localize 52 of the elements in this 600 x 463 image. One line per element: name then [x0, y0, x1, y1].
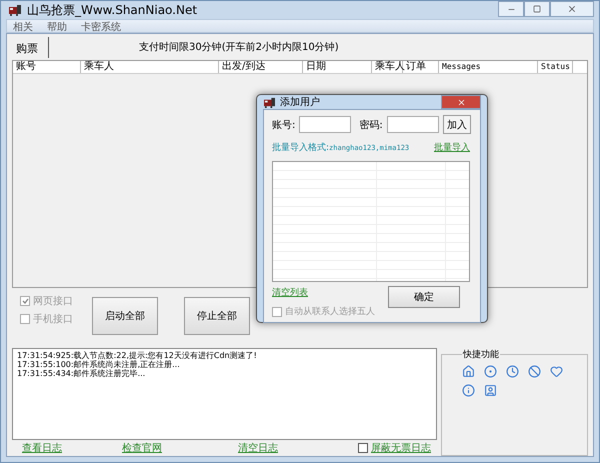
minimize-button[interactable] [498, 1, 524, 17]
menu-item[interactable]: 相关 [13, 20, 33, 32]
dialog-title: 添加用户 [280, 96, 320, 109]
column-header[interactable]: 订单 [403, 61, 439, 73]
target-icon[interactable] [484, 365, 497, 378]
clear-list-link[interactable]: 清空列表 [272, 286, 375, 299]
payment-notice: 支付时间限30分钟(开车前2小时内限10分钟) [139, 40, 339, 54]
panel-title: 快捷功能 [462, 348, 500, 361]
column-header[interactable]: 乘车人 [372, 61, 403, 73]
column-header[interactable]: 出发/到达 [219, 61, 303, 73]
password-field[interactable] [386, 116, 439, 133]
close-button[interactable] [441, 95, 481, 109]
close-button[interactable] [550, 1, 594, 17]
start-all-button[interactable]: 启动全部 [92, 297, 158, 335]
menu-item[interactable]: 卡密系统 [81, 20, 121, 32]
ok-button[interactable]: 确定 [388, 286, 460, 308]
checkbox-label: 自动从联系人选择五人 [285, 306, 375, 318]
heart-icon[interactable] [550, 365, 563, 378]
bulk-import-link[interactable]: 批量导入 [434, 141, 470, 154]
add-button[interactable]: 加入 [442, 115, 471, 134]
contact-card-icon[interactable] [484, 384, 497, 397]
checkbox-label: 网页接口 [33, 294, 73, 308]
maximize-icon [533, 5, 541, 13]
log-line: 17:31:55:100:邮件系统尚未注册,正在注册... [17, 360, 181, 369]
info-icon[interactable] [462, 384, 475, 397]
ban-icon[interactable] [528, 365, 541, 378]
window-title: 山鸟抢票_Www.ShanNiao.Net [27, 2, 198, 18]
account-field[interactable] [299, 116, 352, 133]
column-header[interactable]: 乘车人 [81, 61, 219, 73]
close-icon [456, 98, 466, 106]
log-link[interactable]: 查看日志 [22, 441, 62, 455]
column-header[interactable]: 日期 [303, 61, 372, 73]
log-link[interactable]: 屏蔽无票日志 [371, 441, 431, 455]
train-logo-icon [8, 4, 22, 16]
checkbox[interactable] [358, 443, 368, 453]
field-label: 密码: [359, 118, 383, 132]
home-icon[interactable] [462, 365, 475, 378]
menu-item[interactable]: 帮助 [47, 20, 67, 32]
column-header[interactable]: Status [538, 61, 573, 73]
log-line: 17:31:55:434:邮件系统注册完毕... [17, 369, 146, 378]
clock-icon[interactable] [506, 365, 519, 378]
maximize-button[interactable] [524, 1, 550, 17]
log-link[interactable]: 检查官网 [122, 441, 162, 455]
checkbox-label: 手机接口 [33, 312, 73, 326]
column-header[interactable]: 账号 [13, 61, 81, 73]
log-link[interactable]: 清空日志 [238, 441, 278, 455]
field-label: 账号: [272, 118, 296, 132]
check-icon [22, 298, 28, 304]
stop-all-button[interactable]: 停止全部 [184, 297, 250, 335]
log-line: 17:31:54:925:载入节点数:22,提示:您有12天没有进行Cdn测速了! [17, 351, 258, 360]
close-icon [567, 4, 577, 14]
column-header[interactable]: Messages [439, 61, 538, 73]
